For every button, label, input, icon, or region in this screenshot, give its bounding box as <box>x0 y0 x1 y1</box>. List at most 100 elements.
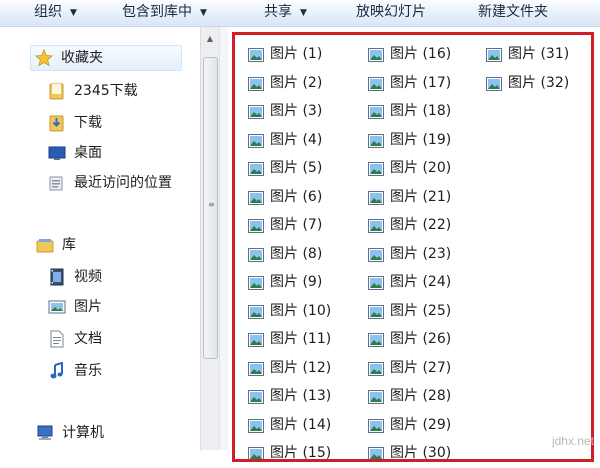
file-name: 图片 (27) <box>390 359 452 376</box>
computer-icon <box>36 424 54 442</box>
file-name: 图片 (3) <box>270 103 323 119</box>
command-bar: 组织 ▼ 包含到库中 ▼ 共享 ▼ 放映幻灯片 新建文件夹 <box>0 0 600 27</box>
folder-icon <box>48 82 66 100</box>
nav-item-label: 图片 <box>74 299 102 315</box>
image-file-icon <box>248 161 264 176</box>
image-file-icon <box>248 247 264 262</box>
file-name: 图片 (16) <box>390 46 452 62</box>
nav-favorites-label: 收藏夹 <box>61 50 103 66</box>
image-file-icon <box>248 446 264 461</box>
file-name: 图片 (32) <box>508 74 570 91</box>
image-file-icon <box>368 76 384 91</box>
file-name: 图片 (10) <box>270 302 332 319</box>
image-file-icon <box>368 332 384 347</box>
nav-favorites[interactable]: 收藏夹 <box>30 45 182 71</box>
star-icon <box>35 48 53 67</box>
image-file-icon <box>368 104 384 119</box>
nav-libraries-label: 库 <box>62 237 76 253</box>
file-name: 图片 (20) <box>390 160 452 176</box>
file-name: 图片 (28) <box>390 388 452 404</box>
file-name: 图片 (2) <box>270 74 323 91</box>
image-file-icon <box>248 190 264 205</box>
slideshow-label: 放映幻灯片 <box>356 4 426 20</box>
pane-divider[interactable] <box>219 27 228 450</box>
image-file-icon <box>248 47 264 62</box>
nav-item-label: 文档 <box>74 331 102 347</box>
file-name: 图片 (23) <box>390 245 452 262</box>
file-name: 图片 (21) <box>390 188 452 205</box>
document-icon <box>48 330 66 348</box>
image-file-icon <box>248 275 264 290</box>
picture-icon <box>48 298 66 316</box>
chevron-down-icon: ▼ <box>300 8 307 18</box>
file-name: 图片 (4) <box>270 131 323 148</box>
image-file-icon <box>486 47 502 62</box>
file-name: 图片 (30) <box>390 445 452 461</box>
file-name: 图片 (11) <box>270 331 332 347</box>
image-file-icon <box>248 418 264 433</box>
image-file-icon <box>368 161 384 176</box>
file-name: 图片 (19) <box>390 131 452 148</box>
scroll-up-arrow-icon[interactable]: ▲ <box>203 33 217 45</box>
file-name: 图片 (31) <box>508 46 570 62</box>
image-file-icon <box>368 361 384 376</box>
file-name: 图片 (15) <box>270 445 332 461</box>
nav-item-label: 下载 <box>74 115 102 131</box>
music-icon <box>48 361 66 380</box>
organize-label: 组织 <box>34 4 62 20</box>
new-folder-label: 新建文件夹 <box>478 4 548 20</box>
watermark: jdhx.net <box>551 434 594 448</box>
image-file-icon <box>368 190 384 205</box>
nav-scrollbar[interactable]: ▲ ≡ <box>200 27 219 450</box>
image-file-icon <box>368 275 384 290</box>
image-file-icon <box>248 104 264 119</box>
file-name: 图片 (26) <box>390 331 452 347</box>
new-folder-button[interactable]: 新建文件夹 <box>478 0 548 26</box>
file-name: 图片 (24) <box>390 274 452 290</box>
image-file-icon <box>248 133 264 148</box>
nav-item-label: 2345下载 <box>74 83 138 99</box>
nav-item-label: 视频 <box>74 269 102 285</box>
image-file-icon <box>248 304 264 319</box>
image-file-icon <box>248 76 264 91</box>
image-file-icon <box>368 133 384 148</box>
chevron-down-icon: ▼ <box>70 8 77 18</box>
image-file-icon <box>248 389 264 404</box>
file-name: 图片 (8) <box>270 245 323 262</box>
share-button[interactable]: 共享 ▼ <box>264 0 307 26</box>
include-in-library-button[interactable]: 包含到库中 ▼ <box>122 0 207 26</box>
download-folder-icon <box>48 114 66 132</box>
file-name: 图片 (25) <box>390 302 452 319</box>
image-file-icon <box>368 218 384 233</box>
image-file-icon <box>368 389 384 404</box>
file-name: 图片 (9) <box>270 274 323 290</box>
file-name: 图片 (12) <box>270 359 332 376</box>
file-name: 图片 (6) <box>270 188 323 205</box>
scrollbar-thumb[interactable]: ≡ <box>203 57 218 359</box>
image-file-icon <box>248 361 264 376</box>
desktop-icon <box>48 144 66 162</box>
file-name: 图片 (29) <box>390 416 452 433</box>
nav-item-label: 音乐 <box>74 363 102 379</box>
nav-computer-label: 计算机 <box>62 425 104 441</box>
file-name: 图片 (17) <box>390 74 452 91</box>
library-icon <box>36 236 54 254</box>
image-file-icon <box>368 47 384 62</box>
image-file-icon <box>368 247 384 262</box>
file-name: 图片 (14) <box>270 416 332 433</box>
nav-item-label: 最近访问的位置 <box>74 175 172 191</box>
include-in-library-label: 包含到库中 <box>122 4 192 20</box>
organize-button[interactable]: 组织 ▼ <box>34 0 77 26</box>
file-name: 图片 (13) <box>270 388 332 404</box>
image-file-icon <box>368 418 384 433</box>
chevron-down-icon: ▼ <box>200 8 207 18</box>
image-file-icon <box>368 446 384 461</box>
slideshow-button[interactable]: 放映幻灯片 <box>356 0 426 26</box>
navigation-pane: 收藏夹 2345下载 下载 桌面 最近访问的位置 库 视频 图片 文档 音乐 计… <box>0 27 200 450</box>
share-label: 共享 <box>264 4 292 20</box>
file-name: 图片 (18) <box>390 103 452 119</box>
image-file-icon <box>486 76 502 91</box>
image-file-icon <box>248 218 264 233</box>
video-icon <box>48 268 66 286</box>
file-name: 图片 (1) <box>270 46 323 62</box>
